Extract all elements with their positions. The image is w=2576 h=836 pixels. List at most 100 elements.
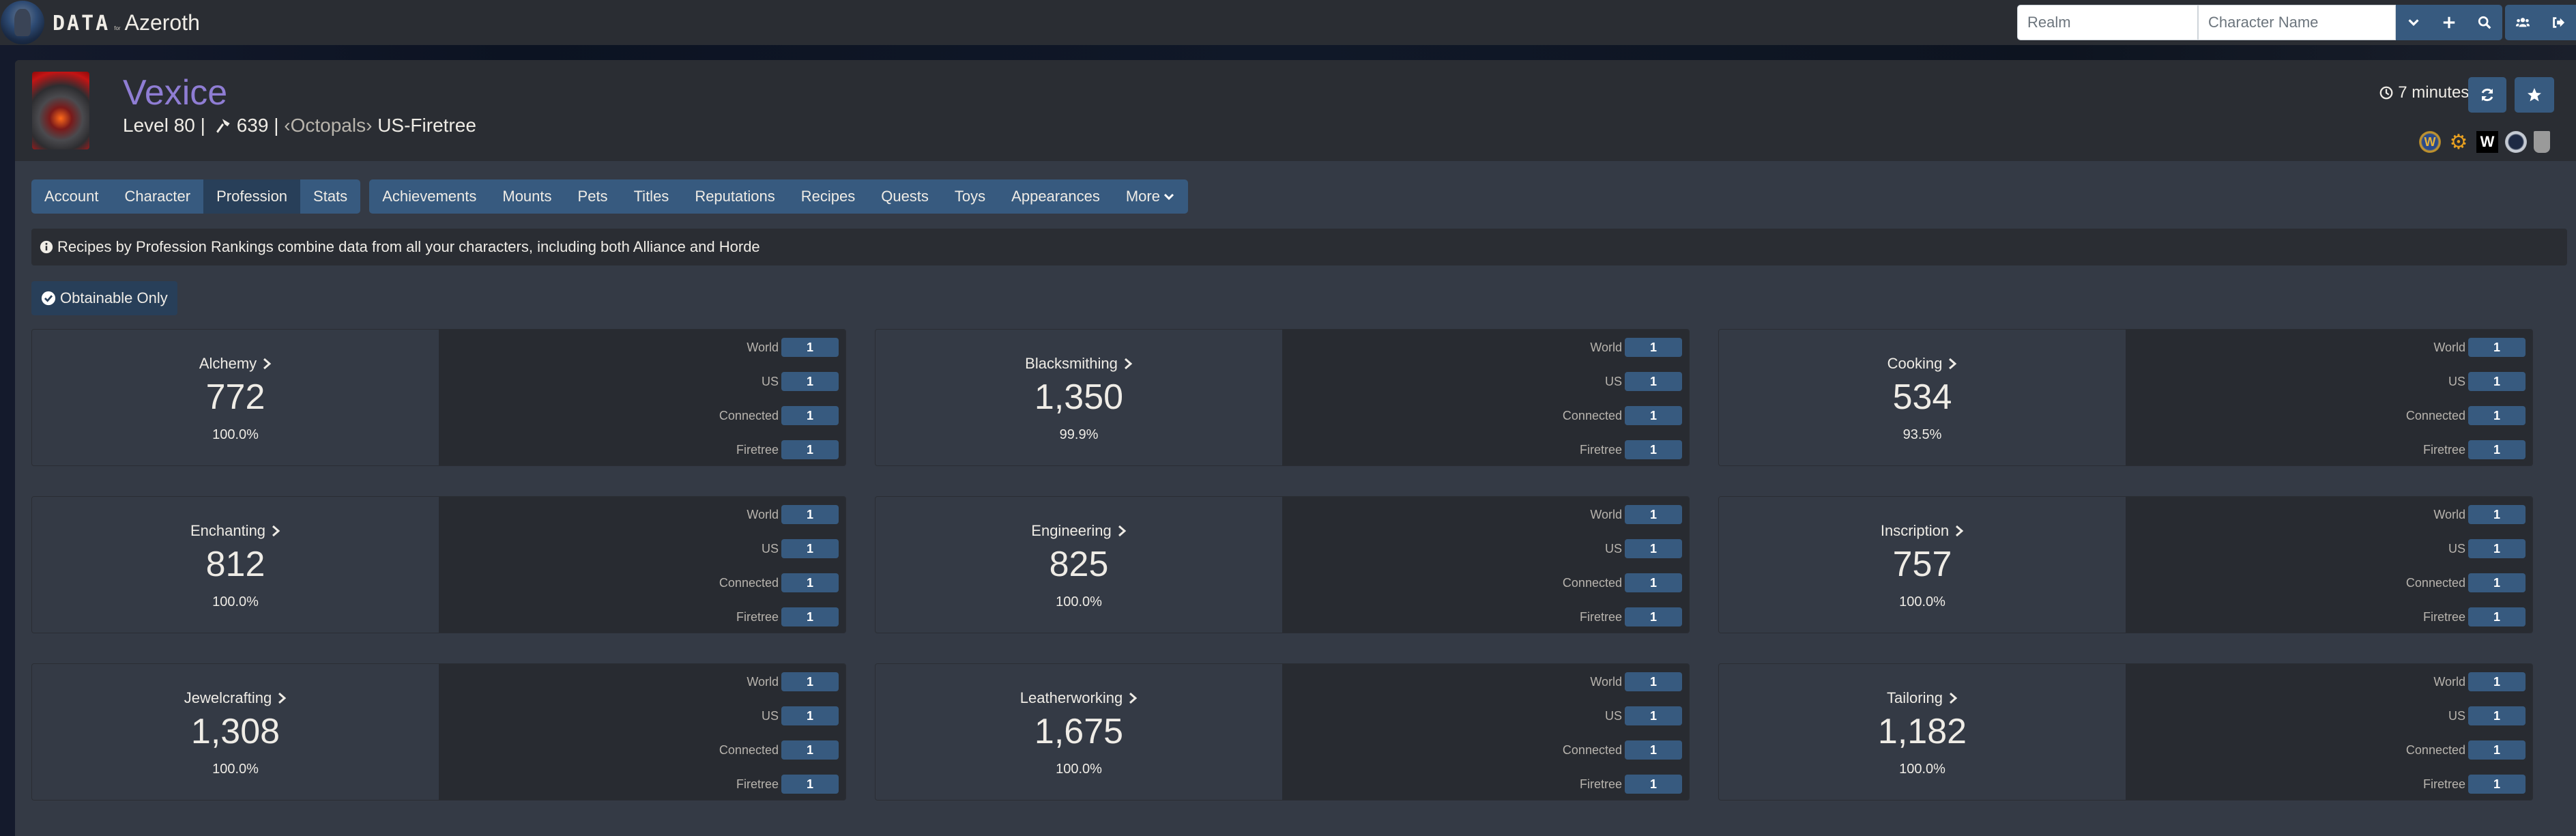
rank-label: Firetree bbox=[1579, 609, 1622, 624]
rank-badge[interactable]: 1 bbox=[781, 505, 839, 524]
rank-badge[interactable]: 1 bbox=[1625, 607, 1682, 626]
rank-badge[interactable]: 1 bbox=[2468, 539, 2526, 558]
rank-badge[interactable]: 1 bbox=[1625, 539, 1682, 558]
rank-badge[interactable]: 1 bbox=[781, 406, 839, 425]
obtainable-only-toggle[interactable]: Obtainable Only bbox=[31, 281, 177, 315]
chevron-right-icon bbox=[1129, 692, 1138, 704]
rank-badge[interactable]: 1 bbox=[2468, 775, 2526, 794]
rank-badge[interactable]: 1 bbox=[781, 706, 839, 725]
rank-badge[interactable]: 1 bbox=[2468, 338, 2526, 357]
rank-badge[interactable]: 1 bbox=[781, 338, 839, 357]
raiderio-icon[interactable]: ⚙ bbox=[2448, 131, 2470, 154]
rankings: World 1 US 1 Connected 1 Firetree 1 bbox=[439, 330, 845, 465]
tab-appearances[interactable]: Appearances bbox=[998, 179, 1113, 214]
completion-percent: 100.0% bbox=[1899, 594, 1945, 609]
tab-account[interactable]: Account bbox=[31, 179, 112, 214]
tab-recipes[interactable]: Recipes bbox=[788, 179, 868, 214]
rank-row-world: World 1 bbox=[2433, 672, 2526, 691]
users-button[interactable] bbox=[2505, 5, 2541, 40]
rankings: World 1 US 1 Connected 1 Firetree 1 bbox=[2126, 330, 2532, 465]
rank-badge[interactable]: 1 bbox=[781, 672, 839, 691]
wow-armory-icon[interactable]: W bbox=[2419, 131, 2441, 153]
profession-link[interactable]: Alchemy bbox=[199, 355, 272, 373]
completion-percent: 99.9% bbox=[1059, 427, 1099, 442]
rank-label: Firetree bbox=[2422, 777, 2465, 791]
rank-badge[interactable]: 1 bbox=[2468, 706, 2526, 725]
tab-titles[interactable]: Titles bbox=[621, 179, 682, 214]
logo-avatar[interactable] bbox=[1, 1, 44, 44]
tab-reputations[interactable]: Reputations bbox=[682, 179, 787, 214]
rank-badge[interactable]: 1 bbox=[781, 372, 839, 391]
rank-badge[interactable]: 1 bbox=[781, 440, 839, 459]
refresh-button[interactable] bbox=[2468, 77, 2506, 113]
rank-row-us: US 1 bbox=[2448, 706, 2526, 725]
rank-badge[interactable]: 1 bbox=[1625, 338, 1682, 357]
rank-badge[interactable]: 1 bbox=[781, 775, 839, 794]
profession-summary: Blacksmithing 1,350 99.9% bbox=[875, 330, 1282, 465]
rank-badge[interactable]: 1 bbox=[1625, 440, 1682, 459]
brand-logo[interactable]: DATA for Azeroth bbox=[53, 10, 200, 35]
tab-more-label: More bbox=[1125, 188, 1160, 205]
tab-achievements[interactable]: Achievements bbox=[369, 179, 489, 214]
tab-pets[interactable]: Pets bbox=[565, 179, 621, 214]
profession-link[interactable]: Cooking bbox=[1887, 355, 1958, 373]
tab-stats[interactable]: Stats bbox=[300, 179, 360, 214]
rank-badge[interactable]: 1 bbox=[1625, 706, 1682, 725]
rank-badge[interactable]: 1 bbox=[1625, 775, 1682, 794]
profession-card-alchemy: Alchemy 772 100.0% World 1 US 1 Connected 1 Fi… bbox=[31, 329, 846, 466]
rank-badge[interactable]: 1 bbox=[2468, 505, 2526, 524]
dropdown-button[interactable] bbox=[2396, 5, 2431, 40]
sign-out-button[interactable] bbox=[2541, 5, 2576, 40]
rank-badge[interactable]: 1 bbox=[781, 740, 839, 760]
profession-link[interactable]: Tailoring bbox=[1887, 689, 1958, 707]
tab-mounts[interactable]: Mounts bbox=[489, 179, 564, 214]
favorite-button[interactable] bbox=[2515, 77, 2554, 113]
rank-badge[interactable]: 1 bbox=[2468, 607, 2526, 626]
completion-percent: 93.5% bbox=[1902, 427, 1942, 442]
search-button[interactable] bbox=[2467, 5, 2502, 40]
rank-badge[interactable]: 1 bbox=[2468, 573, 2526, 592]
info-text: Recipes by Profession Rankings combine d… bbox=[57, 238, 760, 255]
character-name-input[interactable] bbox=[2198, 5, 2396, 40]
warcraft-logs-icon[interactable] bbox=[2505, 131, 2527, 153]
obtainable-only-label: Obtainable Only bbox=[60, 289, 168, 306]
tab-quests[interactable]: Quests bbox=[868, 179, 942, 214]
rank-row-connected: Connected 1 bbox=[1563, 573, 1682, 592]
profession-summary: Enchanting 812 100.0% bbox=[32, 497, 439, 633]
rank-badge[interactable]: 1 bbox=[1625, 740, 1682, 760]
rank-badge[interactable]: 1 bbox=[2468, 672, 2526, 691]
rank-row-firetree: Firetree 1 bbox=[2423, 440, 2526, 459]
profession-link[interactable]: Inscription bbox=[1881, 522, 1964, 540]
rank-badge[interactable]: 1 bbox=[2468, 740, 2526, 760]
rank-badge[interactable]: 1 bbox=[781, 539, 839, 558]
tab-more[interactable]: More bbox=[1113, 179, 1188, 214]
profession-summary: Jewelcrafting 1,308 100.0% bbox=[32, 664, 439, 800]
rank-badge[interactable]: 1 bbox=[2468, 440, 2526, 459]
guild-name[interactable]: ‹Octopals› bbox=[284, 115, 372, 136]
profession-link[interactable]: Enchanting bbox=[190, 522, 280, 540]
rank-badge[interactable]: 1 bbox=[781, 607, 839, 626]
rank-badge[interactable]: 1 bbox=[2468, 372, 2526, 391]
rank-label: Connected bbox=[1562, 743, 1622, 757]
add-button[interactable] bbox=[2431, 5, 2467, 40]
realm-input[interactable] bbox=[2017, 5, 2198, 40]
tab-profession[interactable]: Profession bbox=[203, 179, 301, 214]
profession-link[interactable]: Leatherworking bbox=[1020, 689, 1138, 707]
rank-badge[interactable]: 1 bbox=[1625, 372, 1682, 391]
rank-badge[interactable]: 1 bbox=[1625, 406, 1682, 425]
rank-badge[interactable]: 1 bbox=[781, 573, 839, 592]
profession-link[interactable]: Blacksmithing bbox=[1025, 355, 1133, 373]
tab-group-collections: Achievements Mounts Pets Titles Reputati… bbox=[369, 179, 1188, 214]
profession-link[interactable]: Engineering bbox=[1031, 522, 1126, 540]
profession-link[interactable]: Jewelcrafting bbox=[184, 689, 287, 707]
rank-badge[interactable]: 1 bbox=[1625, 505, 1682, 524]
wowprogress-icon[interactable] bbox=[2534, 131, 2550, 153]
rank-badge[interactable]: 1 bbox=[1625, 573, 1682, 592]
rank-badge[interactable]: 1 bbox=[1625, 672, 1682, 691]
tab-toys[interactable]: Toys bbox=[942, 179, 998, 214]
rankings: World 1 US 1 Connected 1 Firetree 1 bbox=[2126, 664, 2532, 800]
wowhead-icon[interactable]: W bbox=[2476, 131, 2498, 153]
rank-badge[interactable]: 1 bbox=[2468, 406, 2526, 425]
rankings: World 1 US 1 Connected 1 Firetree 1 bbox=[1282, 664, 1689, 800]
tab-character[interactable]: Character bbox=[112, 179, 204, 214]
